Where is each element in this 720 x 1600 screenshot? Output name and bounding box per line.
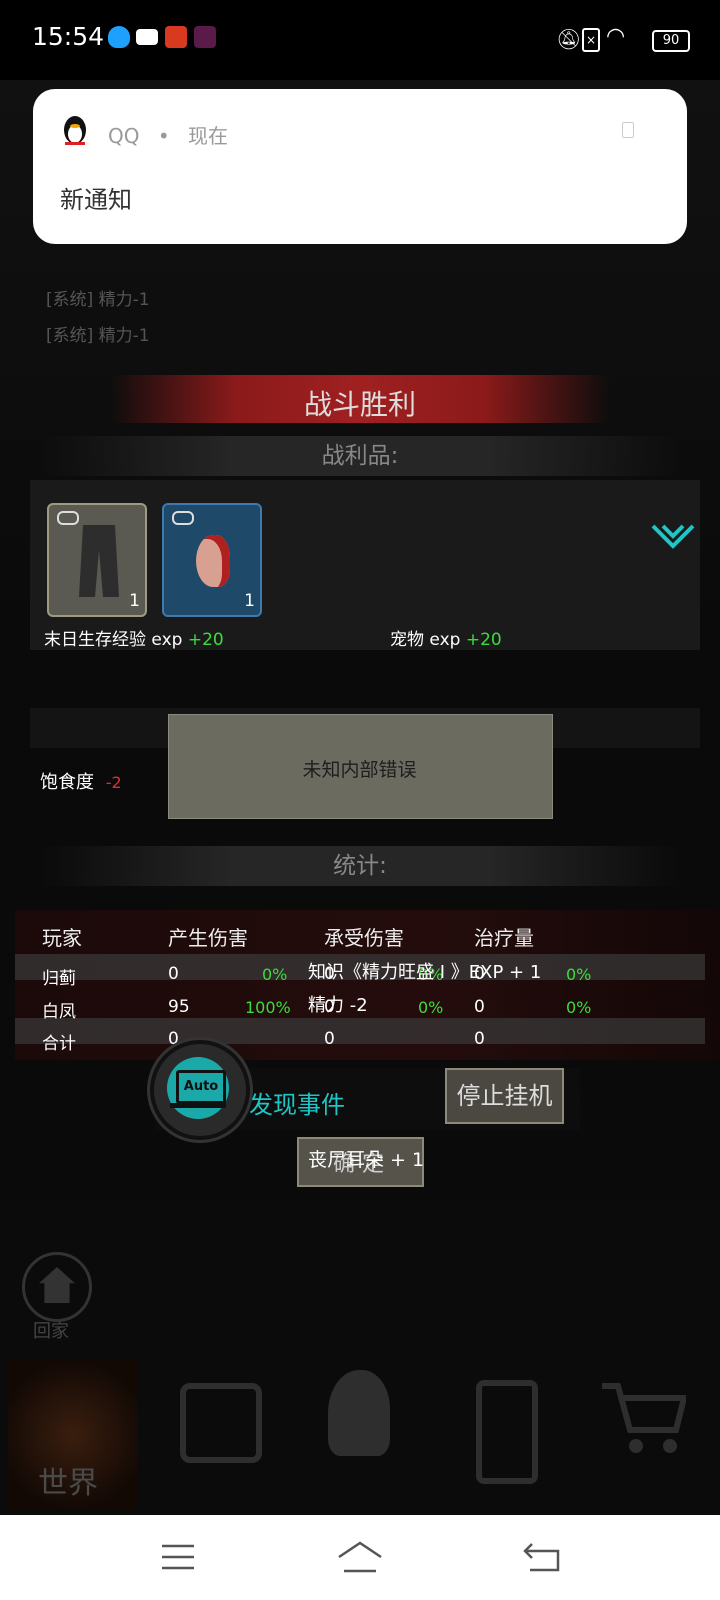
- notification-title: 新通知: [60, 186, 132, 214]
- cart-icon[interactable]: [600, 1378, 686, 1458]
- log-line: [系统] 精力-1: [46, 326, 150, 346]
- healing: 0: [474, 1029, 485, 1049]
- reward-survival-exp: 末日生存经验 exp +20: [44, 625, 224, 650]
- link-icon: [57, 511, 79, 525]
- link-icon: [172, 511, 194, 525]
- reward-value: +20: [187, 630, 224, 650]
- backpack-icon[interactable]: [180, 1383, 262, 1463]
- healing: 0: [474, 997, 485, 1017]
- qq-icon: [108, 26, 130, 48]
- home-icon: [39, 1267, 75, 1303]
- home-button[interactable]: [22, 1252, 92, 1322]
- battery-icon: 90: [652, 30, 690, 52]
- damage-dealt: 0: [168, 964, 179, 984]
- qq-penguin-icon: [64, 116, 86, 145]
- notification-app-name: QQ: [108, 124, 140, 148]
- damage-taken-pct: 0%: [418, 998, 444, 1017]
- floating-message: 知识《精力旺盛 I 》EXP + 1: [308, 962, 542, 983]
- wifi-icon: ◠: [606, 24, 626, 49]
- notification-time: 现在: [188, 124, 228, 148]
- player-name: 白凤: [42, 1002, 76, 1022]
- item-count: 1: [244, 591, 255, 611]
- reward-pet-exp: 宠物 exp +20: [390, 625, 502, 650]
- floating-message: 精力 -2: [308, 995, 368, 1016]
- app-notification-icon: [165, 26, 187, 48]
- hunger-stat: 饱食度 -2: [40, 768, 122, 794]
- player-name: 归蓟: [42, 969, 76, 989]
- healing-pct: 0%: [566, 998, 592, 1017]
- loot-header: 战利品:: [40, 436, 680, 476]
- separator-dot: •: [157, 124, 170, 148]
- table-row-bg: [15, 1018, 705, 1044]
- video-icon: [136, 29, 158, 45]
- douyin-icon: [194, 26, 216, 48]
- back-icon[interactable]: [522, 1541, 562, 1573]
- chevron-down-icon[interactable]: [650, 522, 696, 552]
- reward-value: +20: [465, 630, 502, 650]
- damage-dealt-pct: 0%: [262, 965, 288, 984]
- system-log: [系统] 精力-1 [系统] 精力-1: [46, 282, 150, 354]
- error-message: 未知内部错误: [302, 759, 417, 781]
- damage-dealt: 95: [168, 997, 190, 1017]
- notification-app-line: QQ • 现在: [108, 120, 228, 149]
- reward-label: 宠物 exp: [390, 630, 461, 650]
- home-nav-icon[interactable]: [336, 1540, 384, 1574]
- head-skill-icon[interactable]: [328, 1370, 390, 1456]
- damage-dealt-pct: 100%: [245, 998, 291, 1017]
- loot-item-zombie-ear[interactable]: 1: [162, 503, 262, 617]
- auto-status-label: 发现事件: [249, 1091, 345, 1119]
- radio-icon[interactable]: [476, 1380, 538, 1484]
- ear-icon: [196, 535, 230, 587]
- column-header-taken: 承受伤害: [324, 926, 404, 950]
- item-count: 1: [129, 591, 140, 611]
- pants-icon: [79, 525, 119, 597]
- sim-off-icon: ×: [582, 28, 600, 52]
- status-time: 15:54: [32, 22, 105, 51]
- victory-title: 战斗胜利: [303, 388, 416, 421]
- column-header-player: 玩家: [42, 926, 82, 950]
- reward-label: 末日生存经验 exp: [44, 630, 183, 650]
- loot-item-pants[interactable]: 1: [47, 503, 147, 617]
- stop-auto-button[interactable]: 停止挂机: [445, 1068, 564, 1124]
- hunger-label: 饱食度: [40, 772, 94, 793]
- hunger-value: -2: [105, 773, 122, 792]
- log-line: [系统] 精力-1: [46, 290, 150, 310]
- home-label: 回家: [33, 1321, 69, 1342]
- player-name: 合计: [42, 1034, 76, 1054]
- notification-card[interactable]: [33, 89, 687, 244]
- nav-world-label: 世界: [38, 1466, 98, 1501]
- floating-message: 丧尸耳朵 + 1: [308, 1149, 425, 1171]
- column-header-heal: 治疗量: [474, 926, 534, 950]
- stats-header: 统计:: [40, 846, 680, 886]
- laptop-icon: Auto: [176, 1070, 226, 1104]
- menu-icon[interactable]: [160, 1543, 196, 1571]
- column-header-dealt: 产生伤害: [168, 926, 248, 950]
- healing-pct: 0%: [566, 965, 592, 984]
- damage-taken: 0: [324, 1029, 335, 1049]
- mute-icon: 🔕︎: [556, 27, 582, 51]
- notification-badge-icon: [622, 122, 634, 138]
- laptop-base: [170, 1103, 226, 1108]
